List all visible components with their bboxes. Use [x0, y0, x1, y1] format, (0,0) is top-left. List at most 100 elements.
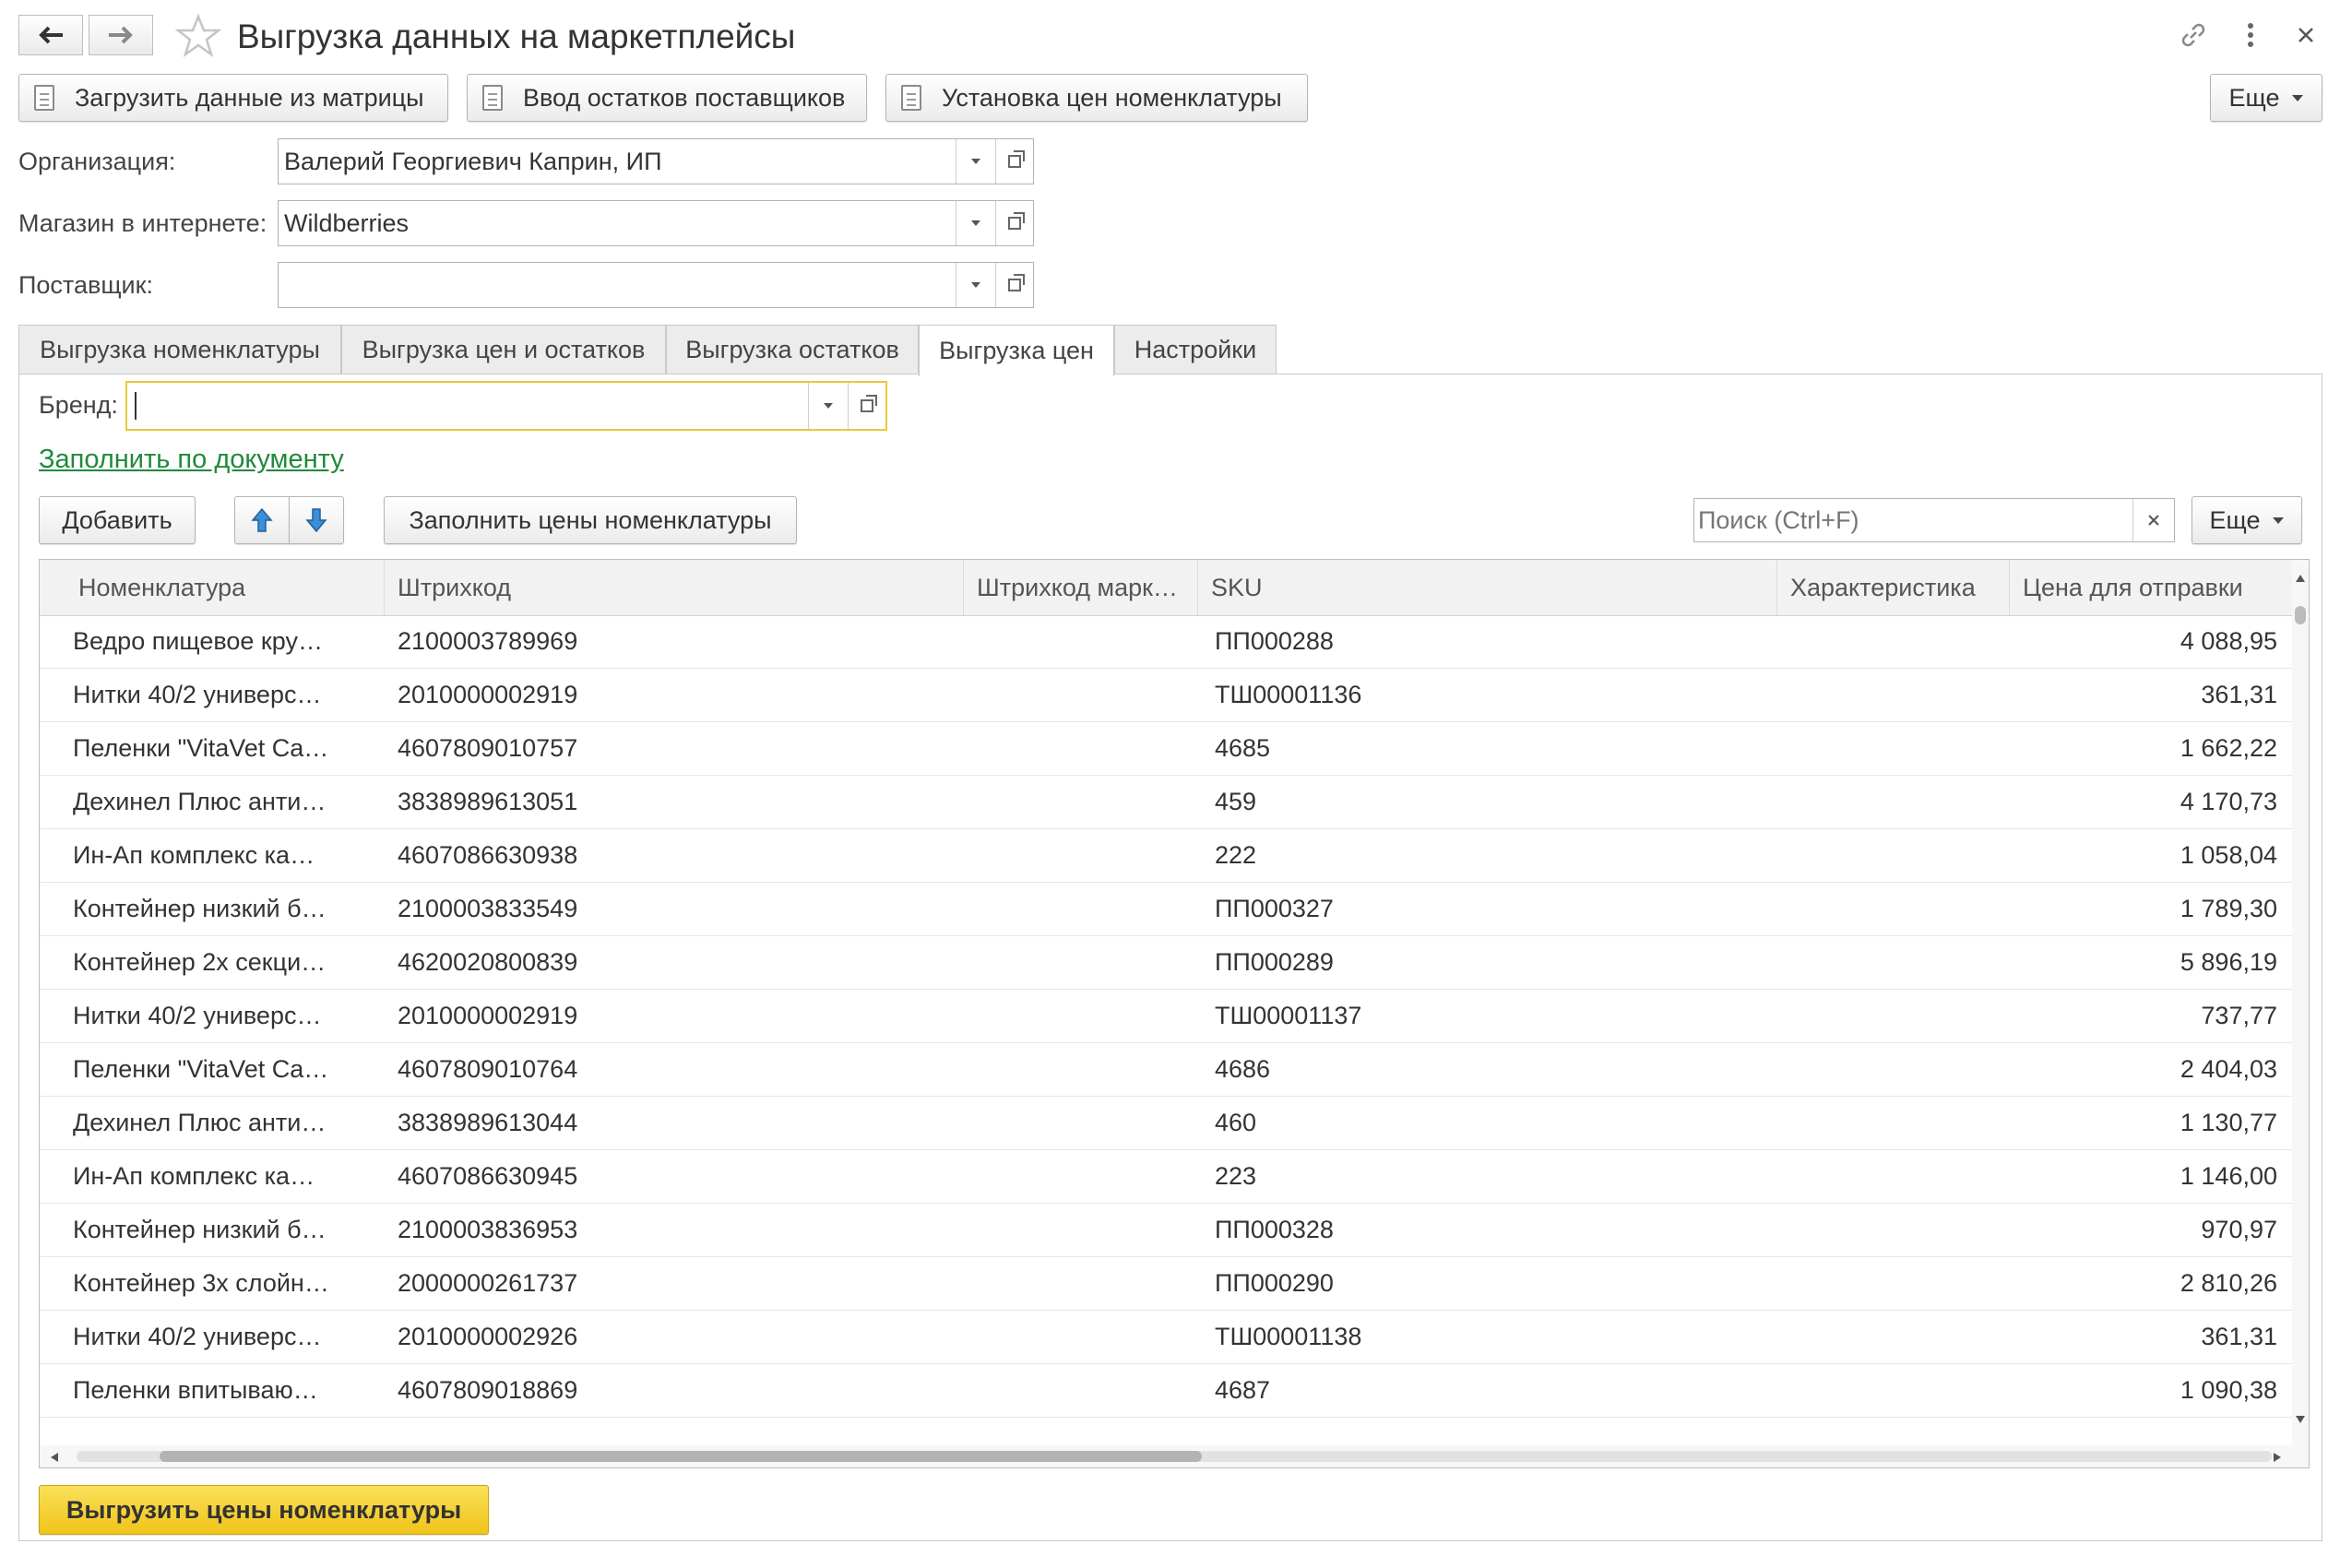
cell-nomenclature[interactable]: Пеленки впитываю… [73, 1364, 366, 1417]
cell-nomenclature[interactable]: Контейнер 2х секци… [73, 936, 366, 989]
dropdown-button[interactable] [956, 139, 995, 184]
close-icon[interactable] [2287, 17, 2324, 53]
cell-price[interactable]: 1 662,22 [2010, 722, 2277, 775]
export-prices-button[interactable]: Выгрузить цены номенклатуры [39, 1485, 489, 1535]
fill-prices-button[interactable]: Заполнить цены номенклатуры [384, 496, 797, 544]
tab-export-stock[interactable]: Выгрузка остатков [666, 325, 919, 374]
cell-nomenclature[interactable]: Дехинел Плюс анти… [73, 776, 366, 828]
cell-price[interactable]: 1 090,38 [2010, 1364, 2277, 1417]
cell-nomenclature[interactable]: Дехинел Плюс анти… [73, 1097, 366, 1149]
scroll-up-icon[interactable] [2296, 575, 2305, 582]
search-field[interactable] [1693, 498, 2175, 542]
horizontal-scrollbar[interactable] [40, 1445, 2309, 1467]
cell-price[interactable]: 1 146,00 [2010, 1150, 2277, 1203]
cell-price[interactable]: 1 130,77 [2010, 1097, 2277, 1149]
table-row[interactable]: Контейнер 3х слойн… 2000000261737 ПП000290… [40, 1257, 2309, 1311]
cell-barcode[interactable]: 4607086630938 [398, 829, 951, 882]
cell-sku[interactable]: 223 [1215, 1150, 1768, 1203]
tab-settings[interactable]: Настройки [1114, 325, 1277, 374]
cell-price[interactable]: 970,97 [2010, 1204, 2277, 1256]
supplier-value[interactable] [279, 263, 956, 307]
cell-nomenclature[interactable]: Нитки 40/2 универс… [73, 1311, 366, 1363]
table-row[interactable]: Пеленки "VitaVet Ca… 4607809010764 4686 2 4… [40, 1043, 2309, 1097]
cell-nomenclature[interactable]: Нитки 40/2 универс… [73, 669, 366, 721]
table-row[interactable]: Нитки 40/2 универс… 2010000002919 ТШ000011… [40, 990, 2309, 1043]
cell-price[interactable]: 4 088,95 [2010, 615, 2277, 668]
shop-field[interactable]: Wildberries [278, 200, 1034, 246]
table-row[interactable]: Ведро пищевое кру… 2100003789969 ПП000288 4… [40, 615, 2309, 669]
cell-nomenclature[interactable]: Ин-Ап комплекс ка… [73, 1150, 366, 1203]
column-header-sku[interactable]: SKU [1198, 560, 1777, 615]
cell-barcode[interactable]: 4607809010764 [398, 1043, 951, 1096]
table-row[interactable]: Ин-Ап комплекс ка… 4607086630938 222 1 058,… [40, 829, 2309, 883]
tab-export-prices-stock[interactable]: Выгрузка цен и остатков [341, 325, 666, 374]
dropdown-button[interactable] [956, 201, 995, 245]
cell-barcode[interactable]: 2000000261737 [398, 1257, 951, 1310]
org-field[interactable]: Валерий Георгиевич Каприн, ИП [278, 138, 1034, 184]
favorite-star-icon[interactable] [174, 13, 222, 59]
supplier-field[interactable] [278, 262, 1034, 308]
scroll-down-icon[interactable] [2296, 1416, 2305, 1423]
cell-sku[interactable]: ПП000289 [1215, 936, 1768, 989]
cell-barcode[interactable]: 2100003789969 [398, 615, 951, 668]
link-icon[interactable] [2175, 17, 2212, 53]
cell-barcode[interactable]: 2010000002926 [398, 1311, 951, 1363]
cell-sku[interactable]: ТШ00001138 [1215, 1311, 1768, 1363]
cell-sku[interactable]: ПП000327 [1215, 883, 1768, 935]
table-row[interactable]: Нитки 40/2 универс… 2010000002926 ТШ000011… [40, 1311, 2309, 1364]
cell-nomenclature[interactable]: Ведро пищевое кру… [73, 615, 366, 668]
table-row[interactable]: Нитки 40/2 универс… 2010000002919 ТШ000011… [40, 669, 2309, 722]
open-button[interactable] [848, 383, 885, 429]
cell-price[interactable]: 737,77 [2010, 990, 2277, 1042]
scroll-right-icon[interactable] [2274, 1453, 2281, 1462]
cell-barcode[interactable]: 2100003833549 [398, 883, 951, 935]
table-row[interactable]: Контейнер 2х секци… 4620020800839 ПП000289… [40, 936, 2309, 990]
cell-nomenclature[interactable]: Пеленки "VitaVet Ca… [73, 722, 366, 775]
cell-barcode[interactable]: 4607809018869 [398, 1364, 951, 1417]
cell-price[interactable]: 2 810,26 [2010, 1257, 2277, 1310]
table-row[interactable]: Дехинел Плюс анти… 3838989613044 460 1 130,… [40, 1097, 2309, 1150]
forward-button[interactable] [89, 15, 153, 55]
cell-nomenclature[interactable]: Пеленки "VitaVet Ca… [73, 1043, 366, 1096]
column-header-barcode[interactable]: Штрихкод [385, 560, 964, 615]
brand-field[interactable] [125, 381, 887, 431]
vertical-scroll-thumb[interactable] [2295, 606, 2306, 624]
cell-barcode[interactable]: 4607809010757 [398, 722, 951, 775]
cell-sku[interactable]: ТШ00001136 [1215, 669, 1768, 721]
shop-value[interactable]: Wildberries [279, 201, 956, 245]
open-button[interactable] [995, 139, 1033, 184]
cell-sku[interactable]: ТШ00001137 [1215, 990, 1768, 1042]
cell-sku[interactable]: 460 [1215, 1097, 1768, 1149]
cell-nomenclature[interactable]: Нитки 40/2 универс… [73, 990, 366, 1042]
brand-input[interactable] [127, 383, 808, 429]
cell-sku[interactable]: 4686 [1215, 1043, 1768, 1096]
cell-price[interactable]: 2 404,03 [2010, 1043, 2277, 1096]
org-value[interactable]: Валерий Георгиевич Каприн, ИП [279, 139, 956, 184]
cell-nomenclature[interactable]: Контейнер 3х слойн… [73, 1257, 366, 1310]
table-row[interactable]: Пеленки впитываю… 4607809018869 4687 1 090,… [40, 1364, 2309, 1418]
load-matrix-button[interactable]: Загрузить данные из матрицы [18, 74, 448, 122]
cell-sku[interactable]: 222 [1215, 829, 1768, 882]
back-button[interactable] [18, 15, 83, 55]
cell-barcode[interactable]: 2010000002919 [398, 990, 951, 1042]
dropdown-button[interactable] [808, 383, 848, 429]
tab-export-prices[interactable]: Выгрузка цен [919, 325, 1114, 376]
cell-sku[interactable]: ПП000288 [1215, 615, 1768, 668]
cell-price[interactable]: 361,31 [2010, 1311, 2277, 1363]
cell-nomenclature[interactable]: Контейнер низкий б… [73, 883, 366, 935]
add-button[interactable]: Добавить [39, 496, 196, 544]
column-header-marking-barcode[interactable]: Штрихкод марк… [964, 560, 1198, 615]
cell-barcode[interactable]: 3838989613051 [398, 776, 951, 828]
move-down-button[interactable] [289, 496, 344, 544]
scroll-left-icon[interactable] [51, 1453, 58, 1462]
more-vertical-icon[interactable] [2232, 17, 2269, 53]
cell-price[interactable]: 4 170,73 [2010, 776, 2277, 828]
cell-nomenclature[interactable]: Ин-Ап комплекс ка… [73, 829, 366, 882]
cell-sku[interactable]: 459 [1215, 776, 1768, 828]
cell-barcode[interactable]: 4607086630945 [398, 1150, 951, 1203]
table-row[interactable]: Дехинел Плюс анти… 3838989613051 459 4 170,… [40, 776, 2309, 829]
table-row[interactable]: Контейнер низкий б… 2100003836953 ПП000328… [40, 1204, 2309, 1257]
cell-sku[interactable]: 4685 [1215, 722, 1768, 775]
cell-price[interactable]: 1 789,30 [2010, 883, 2277, 935]
cell-sku[interactable]: ПП000290 [1215, 1257, 1768, 1310]
